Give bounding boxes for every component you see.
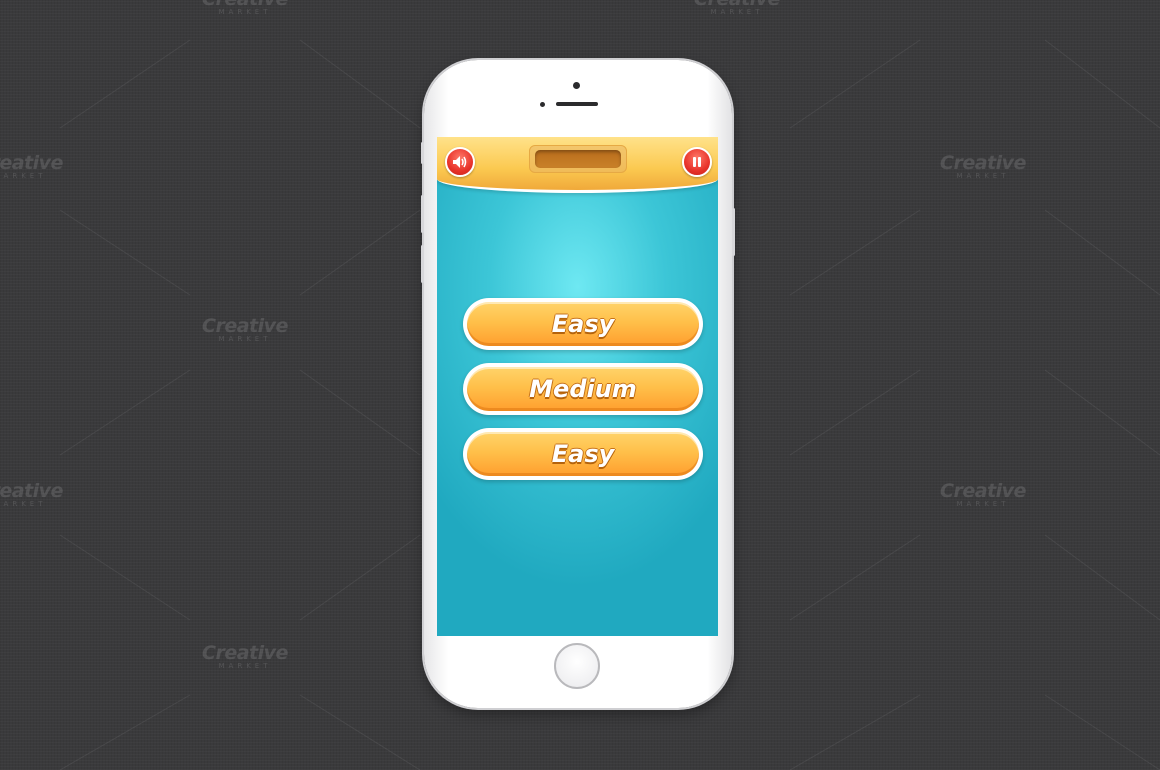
watermark: CreativeMARKET	[0, 152, 63, 180]
proximity-sensor	[540, 102, 545, 107]
earpiece-speaker	[556, 102, 598, 106]
title-plate-inset	[535, 150, 621, 168]
button-label: Easy	[551, 310, 615, 338]
speaker-icon	[453, 156, 467, 168]
game-top-bar	[437, 137, 718, 193]
easy-button[interactable]: Easy	[463, 298, 703, 350]
pause-icon	[693, 157, 701, 167]
pause-button[interactable]	[682, 147, 712, 177]
sound-button[interactable]	[445, 147, 475, 177]
power-button	[732, 208, 735, 256]
watermark: CreativeMARKET	[202, 315, 288, 343]
watermark: CreativeMARKET	[940, 152, 1026, 180]
phone-mockup: Easy Medium Easy	[421, 60, 735, 708]
home-button[interactable]	[554, 643, 600, 689]
mute-switch	[421, 142, 424, 164]
button-label: Easy	[551, 440, 615, 468]
game-screen: Easy Medium Easy	[437, 137, 718, 636]
front-camera	[573, 82, 580, 89]
watermark: CreativeMARKET	[202, 642, 288, 670]
easy-button-second[interactable]: Easy	[463, 428, 703, 480]
button-label: Medium	[529, 375, 637, 403]
volume-down-button	[421, 245, 424, 283]
title-plate	[529, 145, 627, 173]
volume-up-button	[421, 195, 424, 233]
watermark: CreativeMARKET	[694, 0, 780, 16]
watermark: CreativeMARKET	[202, 0, 288, 16]
medium-button[interactable]: Medium	[463, 363, 703, 415]
watermark: CreativeMARKET	[940, 480, 1026, 508]
watermark: CreativeMARKET	[0, 480, 63, 508]
